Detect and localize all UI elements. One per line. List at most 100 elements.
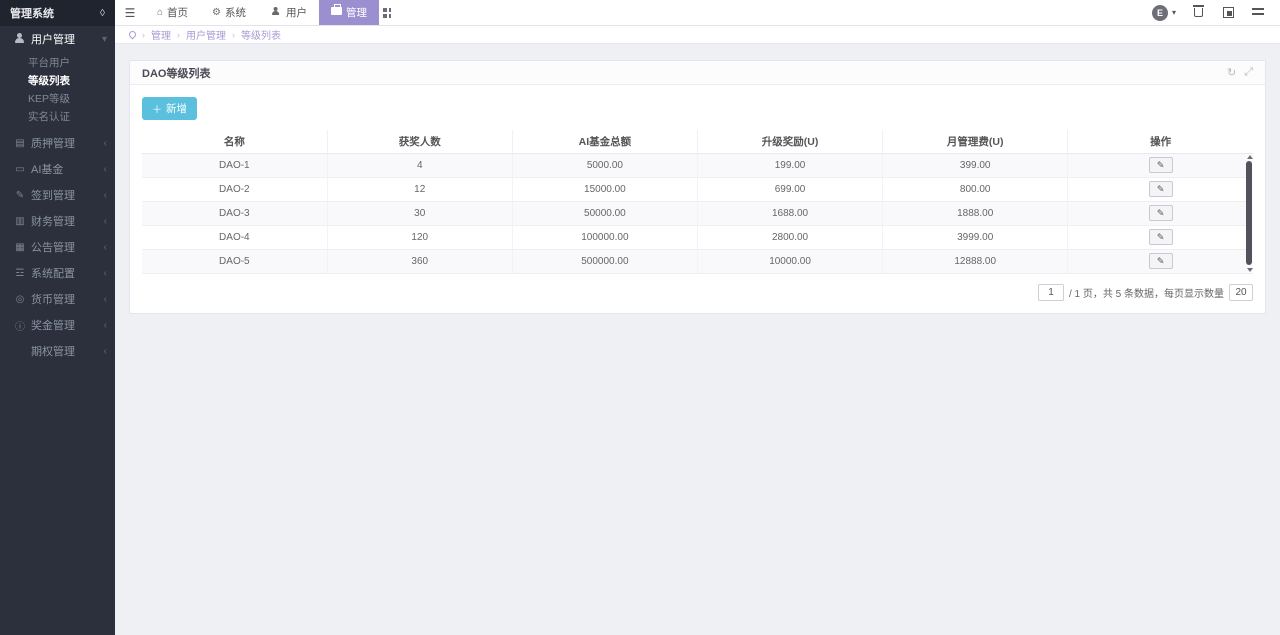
caret-down-icon: ▾ <box>1172 8 1176 17</box>
table-row: DAO-1 4 5000.00 199.00 399.00 ✎ <box>142 153 1253 177</box>
system-config-icon: ☲ <box>12 268 28 279</box>
vertical-scrollbar[interactable] <box>1246 154 1253 273</box>
refresh-icon[interactable]: ↻ <box>1227 66 1236 79</box>
user-management-submenu: 平台用户 等级列表 KEP等级 实名认证 <box>0 52 115 130</box>
pagination: / 1 页，共 5 条数据，每页显示数量 <box>142 284 1253 301</box>
chevron-left-icon: ‹ <box>104 268 107 279</box>
breadcrumb-level-list[interactable]: 等级列表 <box>241 27 281 42</box>
content: DAO等级列表 ↻ ⤢ ＋ 新增 名称 获奖人数 <box>115 44 1280 635</box>
col-actions: 操作 <box>1068 130 1253 153</box>
edit-icon: ✎ <box>1157 184 1165 195</box>
chevron-left-icon: ‹ <box>104 242 107 253</box>
edit-icon: ✎ <box>1157 232 1165 243</box>
sidebar-group-ai-fund[interactable]: ▭ AI基金 ‹ <box>0 156 115 182</box>
sidebar-group-label: 用户管理 <box>31 31 102 47</box>
col-fund-total: AI基金总额 <box>512 130 697 153</box>
main-area: ☰ ⌂ 首页 ⚙ 系统 用户 管理 E ▾ <box>115 0 1280 635</box>
sidebar-group-finance[interactable]: ▥ 财务管理 ‹ <box>0 208 115 234</box>
trash-button[interactable] <box>1190 5 1206 21</box>
table-header-row: 名称 获奖人数 AI基金总额 升级奖励(U) 月管理费(U) 操作 <box>142 130 1253 153</box>
table-row: DAO-2 12 15000.00 699.00 800.00 ✎ <box>142 177 1253 201</box>
sidebar-group-checkin[interactable]: ✎ 签到管理 ‹ <box>0 182 115 208</box>
panel-header: DAO等级列表 ↻ ⤢ <box>130 61 1265 85</box>
topnav-home[interactable]: ⌂ 首页 <box>145 0 200 25</box>
sidebar-group-user-management[interactable]: 用户管理 ▾ <box>0 26 115 52</box>
chevron-left-icon: ‹ <box>104 346 107 357</box>
sidebar-item-realname-auth[interactable]: 实名认证 <box>0 108 115 126</box>
checkin-icon: ✎ <box>12 190 28 201</box>
col-monthly-fee: 月管理费(U) <box>883 130 1068 153</box>
topnav-user[interactable]: 用户 <box>258 0 319 25</box>
topnav-system[interactable]: ⚙ 系统 <box>200 0 258 25</box>
panel-body: ＋ 新增 名称 获奖人数 AI基金总额 升级奖励(U) 月管理费(U) <box>130 85 1265 313</box>
page-size-input[interactable] <box>1229 284 1253 301</box>
chevron-left-icon: ‹ <box>104 138 107 149</box>
breadcrumb-management[interactable]: 管理 <box>151 27 171 42</box>
sidebar-item-kep-level[interactable]: KEP等级 <box>0 90 115 108</box>
chevron-down-icon: ▾ <box>102 34 107 45</box>
list-icon <box>1252 8 1264 17</box>
sidebar-item-level-list[interactable]: 等级列表 <box>0 72 115 90</box>
home-icon: ⌂ <box>157 7 163 18</box>
finance-icon: ▥ <box>12 216 28 227</box>
breadcrumb-user-management[interactable]: 用户管理 <box>186 27 226 42</box>
edit-button[interactable]: ✎ <box>1149 253 1173 269</box>
user-icon <box>12 33 28 46</box>
sidebar-toggle-icon[interactable]: ☰ <box>115 6 145 20</box>
theme-toggle-button[interactable] <box>1220 5 1236 21</box>
scroll-up-arrow[interactable] <box>1247 155 1253 159</box>
person-icon <box>270 6 282 19</box>
user-menu[interactable]: E ▾ <box>1152 5 1176 21</box>
edit-button[interactable]: ✎ <box>1149 205 1173 221</box>
edit-button[interactable]: ✎ <box>1149 181 1173 197</box>
add-button[interactable]: ＋ 新增 <box>142 97 197 120</box>
edit-button[interactable]: ✎ <box>1149 157 1173 173</box>
sidebar-group-bonus[interactable]: ⓘ 奖金管理 ‹ <box>0 312 115 338</box>
dao-level-panel: DAO等级列表 ↻ ⤢ ＋ 新增 名称 获奖人数 <box>129 60 1266 314</box>
square-icon <box>1223 7 1234 18</box>
scroll-down-arrow[interactable] <box>1247 268 1253 272</box>
sidebar-item-platform-users[interactable]: 平台用户 <box>0 54 115 72</box>
announcement-icon: ▦ <box>12 242 28 253</box>
col-winners: 获奖人数 <box>327 130 512 153</box>
edit-button[interactable]: ✎ <box>1149 229 1173 245</box>
sidebar-group-system-config[interactable]: ☲ 系统配置 ‹ <box>0 260 115 286</box>
log-list-button[interactable] <box>1250 5 1266 21</box>
briefcase-icon <box>331 7 342 18</box>
staking-icon: ▤ <box>12 138 28 149</box>
droplet-icon: ◊ <box>100 8 105 19</box>
dao-level-table: 名称 获奖人数 AI基金总额 升级奖励(U) 月管理费(U) 操作 DAO-1 <box>142 130 1253 274</box>
sidebar-brand: 管理系统 ◊ <box>0 0 115 26</box>
table-wrapper: 名称 获奖人数 AI基金总额 升级奖励(U) 月管理费(U) 操作 DAO-1 <box>142 130 1253 274</box>
col-name: 名称 <box>142 130 327 153</box>
chevron-left-icon: ‹ <box>104 164 107 175</box>
chevron-left-icon: ‹ <box>104 294 107 305</box>
edit-icon: ✎ <box>1157 208 1165 219</box>
sidebar-group-options[interactable]: 期权管理 ‹ <box>0 338 115 364</box>
location-pin-icon <box>128 30 138 40</box>
currency-icon: ◎ <box>12 294 28 305</box>
edit-icon: ✎ <box>1157 160 1165 171</box>
scrollbar-thumb[interactable] <box>1246 161 1252 265</box>
topnav-management[interactable]: 管理 <box>319 0 379 25</box>
apps-grid-icon[interactable] <box>379 5 395 21</box>
trash-icon <box>1194 8 1203 17</box>
edit-icon: ✎ <box>1157 256 1165 267</box>
top-navbar: ☰ ⌂ 首页 ⚙ 系统 用户 管理 E ▾ <box>115 0 1280 26</box>
breadcrumb: › 管理 › 用户管理 › 等级列表 <box>115 26 1280 44</box>
gear-icon: ⚙ <box>212 7 221 18</box>
expand-icon[interactable]: ⤢ <box>1244 66 1253 79</box>
chevron-left-icon: ‹ <box>104 216 107 227</box>
page-number-input[interactable] <box>1038 284 1064 301</box>
panel-title: DAO等级列表 <box>142 65 210 81</box>
table-row: DAO-5 360 500000.00 10000.00 12888.00 ✎ <box>142 249 1253 273</box>
bonus-icon: ⓘ <box>12 318 28 333</box>
app-title: 管理系统 <box>10 5 54 21</box>
table-row: DAO-4 120 100000.00 2800.00 3999.00 ✎ <box>142 225 1253 249</box>
col-upgrade-reward: 升级奖励(U) <box>697 130 882 153</box>
chevron-left-icon: ‹ <box>104 320 107 331</box>
sidebar: 管理系统 ◊ 用户管理 ▾ 平台用户 等级列表 KEP等级 实名认证 ▤ 质押管… <box>0 0 115 635</box>
sidebar-group-announcement[interactable]: ▦ 公告管理 ‹ <box>0 234 115 260</box>
sidebar-group-staking[interactable]: ▤ 质押管理 ‹ <box>0 130 115 156</box>
sidebar-group-currency[interactable]: ◎ 货币管理 ‹ <box>0 286 115 312</box>
